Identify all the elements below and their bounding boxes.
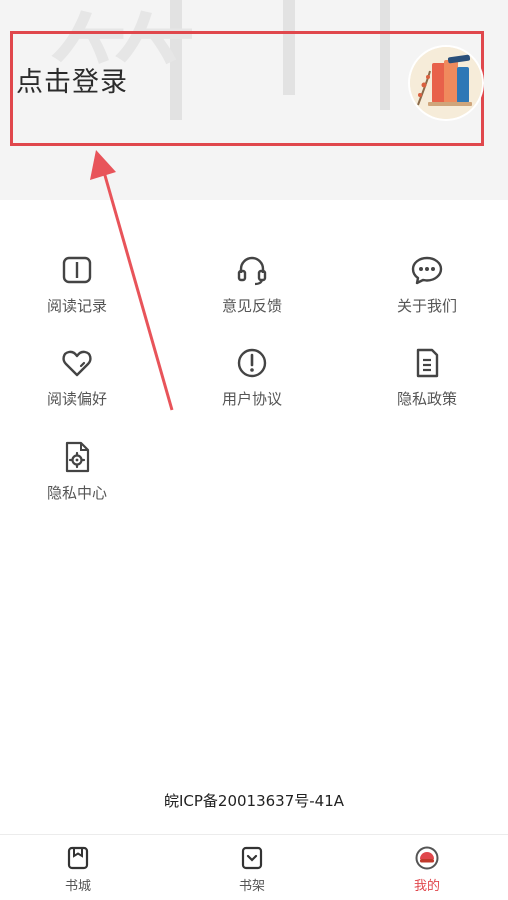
tab-bookstore[interactable]: 书城 — [38, 845, 118, 894]
profile-icon — [415, 846, 439, 870]
document-icon — [416, 348, 439, 378]
menu-feedback[interactable]: 意见反馈 — [192, 253, 312, 316]
tab-label: 书城 — [64, 879, 91, 894]
icp-record: 皖ICP备20013637号-41A — [163, 792, 345, 810]
menu-reading-preference[interactable]: 阅读偏好 — [17, 346, 137, 409]
bottom-tab-bar: 书城 书架 我的 — [0, 834, 508, 900]
menu-label: 意见反馈 — [221, 297, 282, 315]
menu-label: 隐私中心 — [46, 484, 107, 502]
login-prompt[interactable]: 点击登录 — [16, 60, 128, 99]
books-avatar-icon — [410, 47, 482, 119]
menu-label: 阅读偏好 — [46, 390, 107, 408]
menu-label: 关于我们 — [396, 297, 457, 315]
menu-user-agreement[interactable]: 用户协议 — [192, 346, 312, 409]
tab-label: 我的 — [413, 879, 440, 894]
tab-label: 书架 — [238, 879, 265, 894]
alert-circle-icon — [237, 348, 267, 378]
chat-bubble-icon — [411, 256, 443, 285]
menu-label: 阅读记录 — [46, 297, 107, 315]
book-open-icon — [62, 256, 92, 284]
headset-icon — [237, 256, 267, 286]
tab-profile[interactable]: 我的 — [387, 845, 467, 894]
bookshelf-icon — [241, 846, 263, 870]
menu-label: 隐私政策 — [396, 390, 457, 408]
gear-document-icon — [65, 441, 90, 473]
menu-reading-history[interactable]: 阅读记录 — [17, 253, 137, 316]
menu-privacy-policy[interactable]: 隐私政策 — [367, 346, 487, 409]
menu-label: 用户协议 — [221, 390, 282, 408]
menu-privacy-center[interactable]: 隐私中心 — [17, 440, 137, 503]
heart-icon — [62, 350, 92, 377]
tab-bookshelf[interactable]: 书架 — [212, 845, 292, 894]
menu-about-us[interactable]: 关于我们 — [367, 253, 487, 316]
bookstore-icon — [67, 846, 89, 870]
avatar[interactable] — [410, 47, 482, 119]
